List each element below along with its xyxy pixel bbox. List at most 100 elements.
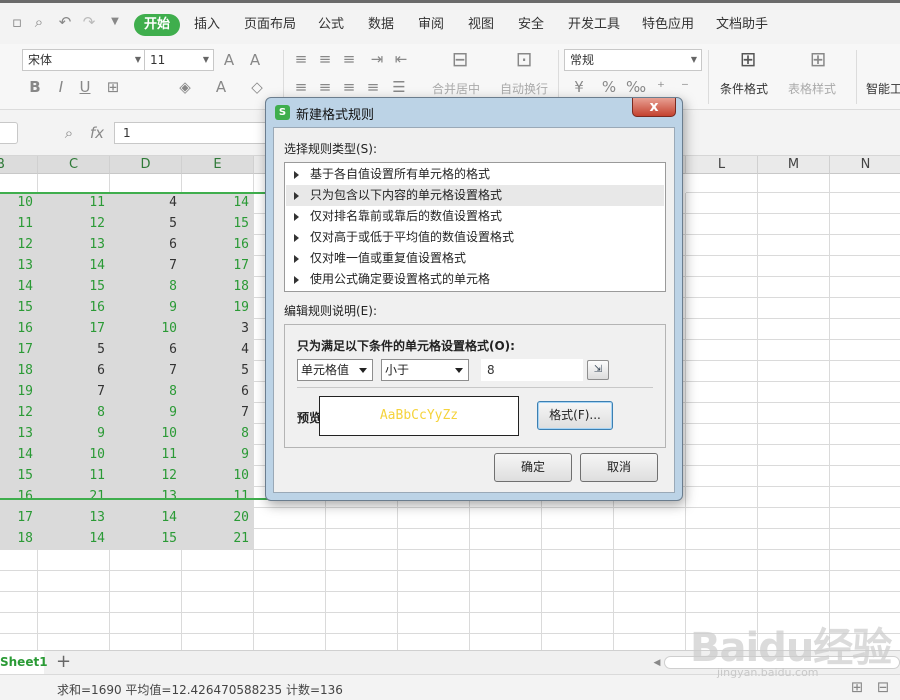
- grid-cell[interactable]: [542, 592, 614, 613]
- grid-cell[interactable]: [254, 550, 326, 571]
- grid-cell[interactable]: [758, 487, 830, 508]
- grid-cell[interactable]: [398, 613, 470, 634]
- print-preview-icon[interactable]: ⌕: [30, 13, 48, 31]
- italic-icon[interactable]: I: [52, 78, 70, 96]
- table-cell[interactable]: 12: [38, 214, 110, 235]
- grid-cell[interactable]: [398, 571, 470, 592]
- rule-type-item[interactable]: 使用公式确定要设置格式的单元格: [286, 269, 664, 290]
- bold-icon[interactable]: B: [26, 78, 44, 96]
- grid-cell[interactable]: [398, 529, 470, 550]
- grid-cell[interactable]: [110, 571, 182, 592]
- grid-cell[interactable]: [110, 592, 182, 613]
- grid-cell[interactable]: [182, 550, 254, 571]
- grid-cell[interactable]: [686, 235, 758, 256]
- grid-cell[interactable]: [758, 571, 830, 592]
- merge-center-label[interactable]: 合并居中: [432, 80, 480, 97]
- grid-cell[interactable]: [830, 319, 900, 340]
- grid-cell[interactable]: [0, 571, 38, 592]
- align-middle-icon[interactable]: ≡: [316, 50, 334, 68]
- table-cell[interactable]: 12: [0, 235, 38, 256]
- grid-cell[interactable]: [614, 508, 686, 529]
- grid-cell[interactable]: [758, 403, 830, 424]
- grid-cell[interactable]: [758, 550, 830, 571]
- grid-cell[interactable]: [614, 571, 686, 592]
- grid-cell[interactable]: [110, 550, 182, 571]
- condition-field-select[interactable]: 单元格值: [297, 359, 373, 381]
- table-cell[interactable]: 18: [0, 361, 38, 382]
- column-header[interactable]: E: [182, 156, 254, 174]
- grid-cell[interactable]: [758, 277, 830, 298]
- grid-cell[interactable]: [110, 613, 182, 634]
- grid-cell[interactable]: [686, 424, 758, 445]
- table-cell[interactable]: 9: [38, 424, 110, 445]
- table-cell[interactable]: 17: [38, 319, 110, 340]
- thousands-icon[interactable]: ‰: [626, 78, 646, 96]
- add-sheet-icon[interactable]: +: [56, 652, 71, 672]
- grid-cell[interactable]: [758, 508, 830, 529]
- save-icon[interactable]: ▫: [8, 13, 26, 31]
- grid-cell[interactable]: [830, 487, 900, 508]
- table-cell[interactable]: 4: [182, 340, 254, 361]
- grid-cell[interactable]: [182, 571, 254, 592]
- grid-cell[interactable]: [0, 550, 38, 571]
- table-cell[interactable]: 19: [182, 298, 254, 319]
- menu-insert[interactable]: 插入: [194, 14, 220, 36]
- table-cell[interactable]: 20: [182, 508, 254, 529]
- grid-cell[interactable]: [542, 550, 614, 571]
- font-name-select[interactable]: 宋体 ▼: [22, 49, 146, 71]
- grid-cell[interactable]: [830, 445, 900, 466]
- menu-developer[interactable]: 开发工具: [568, 14, 620, 36]
- align-bottom-icon[interactable]: ≡: [340, 50, 358, 68]
- normal-view-icon[interactable]: ⊞: [848, 678, 866, 696]
- grid-cell[interactable]: [38, 174, 110, 193]
- grid-cell[interactable]: [758, 340, 830, 361]
- formula-input[interactable]: 1: [114, 122, 274, 144]
- table-cell[interactable]: 16: [182, 235, 254, 256]
- grid-cell[interactable]: [254, 571, 326, 592]
- grid-cell[interactable]: [326, 529, 398, 550]
- grid-cell[interactable]: [758, 529, 830, 550]
- grid-cell[interactable]: [830, 424, 900, 445]
- menu-data[interactable]: 数据: [368, 14, 394, 36]
- table-style-label[interactable]: 表格样式: [788, 80, 836, 97]
- table-cell[interactable]: 11: [0, 214, 38, 235]
- table-style-icon[interactable]: ⊞: [806, 49, 830, 69]
- menu-page-layout[interactable]: 页面布局: [244, 14, 296, 36]
- grid-cell[interactable]: [470, 508, 542, 529]
- table-cell[interactable]: 15: [0, 466, 38, 487]
- font-grow-icon[interactable]: A: [220, 51, 238, 69]
- grid-cell[interactable]: [614, 529, 686, 550]
- table-cell[interactable]: 9: [110, 403, 182, 424]
- grid-cell[interactable]: [254, 529, 326, 550]
- table-cell[interactable]: 14: [38, 529, 110, 550]
- grid-cell[interactable]: [470, 571, 542, 592]
- grid-cell[interactable]: [686, 319, 758, 340]
- column-header[interactable]: L: [686, 156, 758, 174]
- grid-cell[interactable]: [470, 613, 542, 634]
- table-cell[interactable]: 10: [0, 193, 38, 214]
- table-cell[interactable]: 13: [110, 487, 182, 508]
- decrease-decimal-icon[interactable]: ⁻: [676, 78, 694, 96]
- grid-cell[interactable]: [326, 508, 398, 529]
- grid-cell[interactable]: [758, 382, 830, 403]
- table-cell[interactable]: 13: [38, 508, 110, 529]
- grid-cell[interactable]: [542, 529, 614, 550]
- font-color-icon[interactable]: A: [212, 78, 230, 96]
- wrap-text-icon[interactable]: ⊡: [512, 49, 536, 69]
- table-cell[interactable]: 10: [182, 466, 254, 487]
- font-size-select[interactable]: 11 ▼: [144, 49, 214, 71]
- table-cell[interactable]: 5: [110, 214, 182, 235]
- grid-cell[interactable]: [398, 592, 470, 613]
- table-cell[interactable]: 12: [110, 466, 182, 487]
- column-header[interactable]: N: [830, 156, 900, 174]
- table-cell[interactable]: 4: [110, 193, 182, 214]
- grid-cell[interactable]: [830, 592, 900, 613]
- table-cell[interactable]: 15: [0, 298, 38, 319]
- table-cell[interactable]: 15: [182, 214, 254, 235]
- table-cell[interactable]: 15: [38, 277, 110, 298]
- grid-cell[interactable]: [830, 508, 900, 529]
- grid-cell[interactable]: [470, 550, 542, 571]
- close-icon[interactable]: x: [632, 98, 676, 117]
- table-cell[interactable]: 11: [110, 445, 182, 466]
- grid-cell[interactable]: [830, 298, 900, 319]
